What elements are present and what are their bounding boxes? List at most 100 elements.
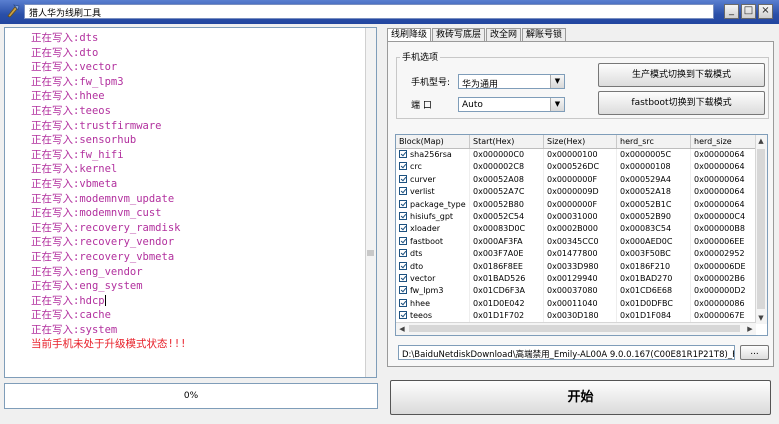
row-checkbox[interactable] <box>399 199 407 208</box>
table-row[interactable]: hisiufs_gpt 0x00052C54 0x00031000 0x00052B9… <box>396 210 757 224</box>
table-row[interactable]: dto 0x0186F8EE 0x0033D980 0x0186F210 0x00000… <box>396 260 757 273</box>
tab-unlock-account[interactable]: 解账号锁 <box>522 28 567 42</box>
chevron-down-icon[interactable]: ▼ <box>550 98 564 111</box>
table-row[interactable]: package_type 0x00052B80 0x0000000F 0x00052B… <box>396 198 757 211</box>
start-button[interactable]: 开始 <box>390 380 771 415</box>
table-cell: 0x01D0DFBC <box>617 297 691 311</box>
close-button[interactable]: × <box>758 4 773 19</box>
chevron-down-icon[interactable]: ▼ <box>550 75 564 88</box>
table-cell: 0x00345CC0 <box>544 235 617 249</box>
grid-vertical-scrollbar[interactable]: ▲ ▼ <box>755 135 767 324</box>
cell-text: 0x000006EE <box>694 236 745 246</box>
scroll-down-icon[interactable]: ▼ <box>756 313 766 323</box>
column-header[interactable]: herd_size <box>691 135 757 148</box>
row-checkbox[interactable] <box>399 311 407 320</box>
table-row[interactable]: dts 0x003F7A0E 0x01477800 0x003F50BC 0x00002… <box>396 248 757 261</box>
cell-text: dto <box>410 261 424 271</box>
column-header[interactable]: herd_src <box>617 135 691 148</box>
table-row[interactable]: hhee 0x01D0E042 0x00011040 0x01D0DFBC 0x0000… <box>396 297 757 311</box>
column-header[interactable]: Size(Hex) <box>544 135 617 148</box>
row-checkbox[interactable] <box>399 249 407 258</box>
cell-text: 0x000AED0C <box>620 236 673 246</box>
row-checkbox[interactable] <box>399 211 407 220</box>
row-checkbox[interactable] <box>399 273 407 282</box>
cell-text: 0x01477800 <box>547 249 598 259</box>
scroll-left-icon[interactable]: ◀ <box>397 324 407 334</box>
cell-text: 0x0030D180 <box>547 311 599 321</box>
maximize-button[interactable]: □ <box>741 4 756 19</box>
table-row[interactable]: xloader 0x00083D0C 0x0002B000 0x00083C54 0x0… <box>396 223 757 236</box>
table-cell: 0x000000C4 <box>691 210 757 224</box>
table-row[interactable]: fw_lpm3 0x01CD6F3A 0x00037080 0x01CD6E68 0x0… <box>396 285 757 298</box>
table-cell: 0x00052B90 <box>617 210 691 224</box>
cell-text: 0x000002B6 <box>694 273 745 283</box>
cell-text: 0x00000086 <box>694 298 745 308</box>
table-cell: 0x00011040 <box>544 297 617 311</box>
row-checkbox[interactable] <box>399 224 407 233</box>
row-checkbox[interactable] <box>399 162 407 171</box>
table-cell: hhee <box>396 297 470 311</box>
log-line: 正在写入:recovery_ramdisk <box>31 221 186 236</box>
row-checkbox[interactable] <box>399 261 407 270</box>
cell-text: 0x00052A08 <box>473 174 524 184</box>
grid-hscroll-thumb[interactable] <box>409 325 740 332</box>
table-cell: crc <box>396 161 470 174</box>
row-checkbox[interactable] <box>399 298 407 307</box>
grid-vscroll-thumb[interactable] <box>757 149 765 309</box>
tab-full-network[interactable]: 改全网 <box>486 28 522 42</box>
column-header[interactable]: Start(Hex) <box>470 135 544 148</box>
row-checkbox[interactable] <box>399 187 407 196</box>
table-row[interactable]: sha256rsa 0x000000C0 0x00000100 0x0000005C 0… <box>396 149 757 162</box>
table-row[interactable]: teeos 0x01D1F702 0x0030D180 0x01D1F084 0x000… <box>396 310 757 323</box>
log-line: 正在写入:modemnvm_update <box>31 192 186 207</box>
table-row[interactable]: curver 0x00052A08 0x0000000F 0x000529A4 0x00… <box>396 173 757 187</box>
row-checkbox[interactable] <box>399 174 407 183</box>
tab-flash-downgrade[interactable]: 线刷降级 <box>387 28 432 42</box>
firmware-path-field[interactable]: D:\BaiduNetdiskDownload\高端禁用_Emily-AL00A… <box>398 345 735 360</box>
log-scrollbar[interactable] <box>365 28 376 377</box>
table-cell: 0x000006DE <box>691 260 757 273</box>
table-cell: 0x0000000F <box>544 198 617 211</box>
log-line-text: 正在写入:kernel <box>31 163 118 176</box>
model-select[interactable]: 华为通用 ▼ <box>458 74 565 90</box>
column-header[interactable]: Block(Map) <box>396 135 470 148</box>
cell-text: 0x0000009D <box>547 187 599 197</box>
cell-text: 0x0000005C <box>620 150 672 159</box>
log-output[interactable]: 正在写入:dts 正在写入:dto 正在写入:vector 正在写入:fw_lpm3 正… <box>4 27 377 378</box>
partition-grid[interactable]: Block(Map) Start(Hex) Size(Hex) herd_src her… <box>395 134 768 336</box>
table-row[interactable]: crc 0x000002C8 0x000526DC 0x00000108 0x00000… <box>396 161 757 174</box>
table-cell: hisiufs_gpt <box>396 210 470 224</box>
tab-rescue-write[interactable]: 救砖写底层 <box>432 28 486 42</box>
fastboot-mode-button[interactable]: fastboot切换到下载模式 <box>598 91 765 115</box>
cell-text: vector <box>410 273 436 283</box>
row-checkbox[interactable] <box>399 286 407 295</box>
port-select[interactable]: Auto ▼ <box>458 97 565 112</box>
table-cell: teeos <box>396 310 470 323</box>
log-line: 正在写入:system <box>31 323 186 338</box>
cell-text: hhee <box>410 298 430 308</box>
table-cell: 0x01CD6E68 <box>617 285 691 298</box>
table-cell: 0x00000064 <box>691 186 757 199</box>
log-line-text: 正在写入:cache <box>31 309 111 322</box>
cell-text: 0x00000108 <box>620 162 671 172</box>
cell-text: 0x01BAD270 <box>620 273 673 283</box>
scroll-up-icon[interactable]: ▲ <box>756 136 766 146</box>
cell-text: 0x000006DE <box>694 261 746 271</box>
cell-text: 0x003F50BC <box>620 249 671 259</box>
log-scroll-thumb[interactable] <box>367 250 374 256</box>
cell-text: 0x003F7A0E <box>473 249 524 259</box>
table-row[interactable]: fastboot 0x000AF3FA 0x00345CC0 0x000AED0C 0x… <box>396 235 757 249</box>
browse-button[interactable]: ... <box>740 345 769 360</box>
download-mode-button[interactable]: 生产模式切换到下载模式 <box>598 63 765 87</box>
cell-text: 0x0000067E <box>694 311 745 321</box>
row-checkbox[interactable] <box>399 236 407 245</box>
table-cell: 0x0002B000 <box>544 223 617 236</box>
table-row[interactable]: vector 0x01BAD526 0x00129940 0x01BAD270 0x00… <box>396 272 757 286</box>
grid-horizontal-scrollbar[interactable]: ◀ ▶ <box>396 322 756 335</box>
scroll-right-icon[interactable]: ▶ <box>745 324 755 334</box>
firmware-path-text: D:\BaiduNetdiskDownload\高端禁用_Emily-AL00A… <box>402 350 735 360</box>
table-row[interactable]: verlist 0x00052A7C 0x0000009D 0x00052A18 0x0… <box>396 186 757 199</box>
cell-text: 0x00002952 <box>694 249 745 259</box>
row-checkbox[interactable] <box>399 150 407 158</box>
minimize-button[interactable]: _ <box>724 4 739 19</box>
